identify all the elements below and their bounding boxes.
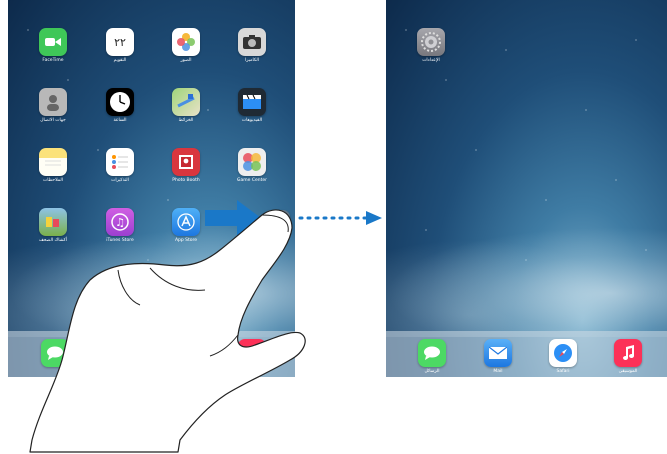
pointing-hand-icon (29, 209, 306, 453)
